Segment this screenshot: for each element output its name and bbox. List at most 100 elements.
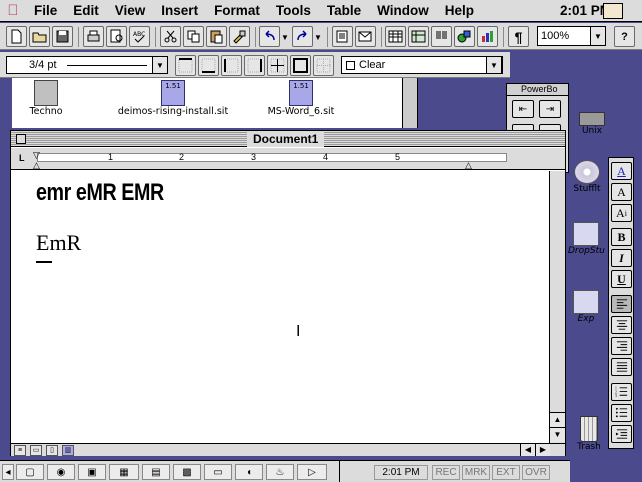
bottom-border-icon[interactable] (198, 55, 219, 76)
numbered-list-icon[interactable]: 123 (611, 383, 632, 401)
document-text-line[interactable]: EmR (36, 230, 81, 256)
zoom-dropdown-icon[interactable]: ▼ (590, 26, 606, 46)
desktop-item-trash[interactable]: Trash (574, 416, 604, 452)
apple-menu-icon[interactable]:  (0, 2, 26, 19)
menu-window[interactable]: Window (369, 0, 437, 22)
speech-icon[interactable]: ♨ (266, 464, 294, 480)
desktop-item-unix[interactable]: Unix (578, 112, 606, 136)
redo-icon[interactable] (292, 26, 313, 47)
battery-monitor-icon[interactable]: ▦ (109, 464, 139, 480)
line-style-select[interactable]: 3/4 pt (6, 56, 160, 74)
scroll-right-icon[interactable]: ▶ (535, 444, 550, 456)
powerbook-palette-title[interactable]: PowerBo (507, 84, 568, 96)
right-indent-marker-icon[interactable]: △ (465, 160, 472, 171)
copy-icon[interactable] (183, 26, 204, 47)
left-border-icon[interactable] (221, 55, 242, 76)
cut-scissors-icon[interactable] (160, 26, 181, 47)
appletalk-icon[interactable]: ▢ (16, 464, 44, 480)
save-disk-icon[interactable] (52, 26, 73, 47)
print-preview-icon[interactable] (106, 26, 127, 47)
inside-border-icon[interactable] (267, 55, 288, 76)
page-layout-view-icon[interactable]: ▯ (46, 445, 58, 456)
color-depth-icon[interactable]: ▤ (142, 464, 170, 480)
menu-insert[interactable]: Insert (153, 0, 206, 22)
spelling-check-icon[interactable]: ABC (129, 26, 150, 47)
monitor-resolution-icon[interactable]: ▩ (173, 464, 201, 480)
italic-icon[interactable]: I (611, 249, 632, 267)
outline-view-icon[interactable]: ▭ (30, 445, 42, 456)
close-box-icon[interactable] (16, 134, 26, 144)
scroll-down-icon[interactable]: ▼ (550, 427, 565, 442)
align-center-icon[interactable] (611, 316, 632, 334)
right-border-icon[interactable] (244, 55, 265, 76)
undo-icon[interactable] (259, 26, 280, 47)
horizontal-scrollbar[interactable]: ≡ ▭ ▯ ▥ ◀ ▶ (11, 443, 565, 456)
cd-strip-icon[interactable]: ◉ (47, 464, 75, 480)
master-document-view-icon[interactable]: ▥ (62, 445, 74, 456)
desktop-item-dropstuff[interactable]: DropStu (568, 222, 605, 256)
format-painter-icon[interactable] (229, 26, 250, 47)
file-item-deimos[interactable]: 1.51 deimos-rising-install.sit (108, 80, 238, 117)
outside-border-icon[interactable] (290, 55, 311, 76)
paste-clipboard-icon[interactable] (206, 26, 227, 47)
finder-scrollbar[interactable] (402, 78, 418, 128)
menu-tools[interactable]: Tools (268, 0, 319, 22)
drawing-icon[interactable] (454, 26, 475, 47)
font-size-icon[interactable]: Ai (611, 204, 632, 222)
align-left-icon[interactable] (611, 295, 632, 313)
menu-edit[interactable]: Edit (65, 0, 107, 22)
print-icon[interactable] (83, 26, 104, 47)
desktop-item-expander[interactable]: Exp (568, 290, 604, 324)
show-hide-paragraph-icon[interactable]: ¶ (508, 26, 529, 47)
control-strip-tab-icon[interactable]: ◂ (2, 464, 14, 480)
pb-move-up-icon[interactable]: ⇤ (512, 100, 534, 118)
document-text-line[interactable]: emr eMR EMR (36, 179, 164, 207)
scroll-up-icon[interactable]: ▲ (550, 412, 565, 427)
undo-dropdown-icon[interactable]: ▼ (280, 27, 290, 47)
insert-chart-icon[interactable] (477, 26, 498, 47)
file-item-msword[interactable]: 1.51 MS-Word_6.sit (256, 80, 346, 117)
application-menu-icon[interactable] (603, 3, 623, 19)
top-border-icon[interactable] (175, 55, 196, 76)
style-icon[interactable]: A (611, 162, 632, 180)
insert-address-icon[interactable] (355, 26, 376, 47)
menu-format[interactable]: Format (206, 0, 268, 22)
web-sharing-icon[interactable]: ▷ (297, 464, 327, 480)
printer-icon[interactable]: ▭ (204, 464, 232, 480)
insert-spreadsheet-icon[interactable] (408, 26, 429, 47)
new-document-icon[interactable] (6, 26, 27, 47)
autoformat-icon[interactable] (332, 26, 353, 47)
menu-help[interactable]: Help (437, 0, 482, 22)
desktop-item-stuffit[interactable]: Stufflt (570, 160, 604, 194)
line-style-dropdown-icon[interactable]: ▼ (152, 56, 168, 74)
insert-table-icon[interactable] (385, 26, 406, 47)
shading-select[interactable]: Clear (341, 56, 503, 74)
open-folder-icon[interactable] (29, 26, 50, 47)
status-ext[interactable]: EXT (492, 465, 520, 480)
zoom-field[interactable]: 100% (537, 26, 593, 46)
underline-icon[interactable]: U (611, 270, 632, 288)
sound-volume-icon[interactable]: ◖ (235, 464, 263, 480)
columns-icon[interactable] (431, 26, 452, 47)
indent-icon[interactable] (611, 425, 632, 443)
ruler[interactable]: L 1 2 3 4 5 ▽ △ △ (11, 148, 565, 170)
justify-icon[interactable] (611, 358, 632, 376)
document-titlebar[interactable]: Document1 (11, 131, 565, 147)
scroll-left-icon[interactable]: ◀ (520, 444, 535, 456)
redo-dropdown-icon[interactable]: ▼ (313, 27, 323, 47)
status-rec[interactable]: REC (432, 465, 460, 480)
file-sharing-icon[interactable]: ▣ (78, 464, 106, 480)
bold-icon[interactable]: B (611, 228, 632, 246)
tab-type-icon[interactable]: L (19, 153, 25, 163)
align-right-icon[interactable] (611, 337, 632, 355)
status-ovr[interactable]: OVR (522, 465, 550, 480)
bulleted-list-icon[interactable] (611, 404, 632, 422)
vertical-scrollbar[interactable]: ▲ ▼ (549, 171, 565, 443)
menu-file[interactable]: File (26, 0, 65, 22)
document-page[interactable]: emr eMR EMR EmR I (11, 171, 549, 443)
help-question-icon[interactable]: ? (614, 26, 635, 47)
pb-move-down-icon[interactable]: ⇥ (539, 100, 561, 118)
left-indent-marker-icon[interactable]: △ (33, 160, 40, 171)
menu-view[interactable]: View (107, 0, 154, 22)
font-icon[interactable]: A (611, 183, 632, 201)
